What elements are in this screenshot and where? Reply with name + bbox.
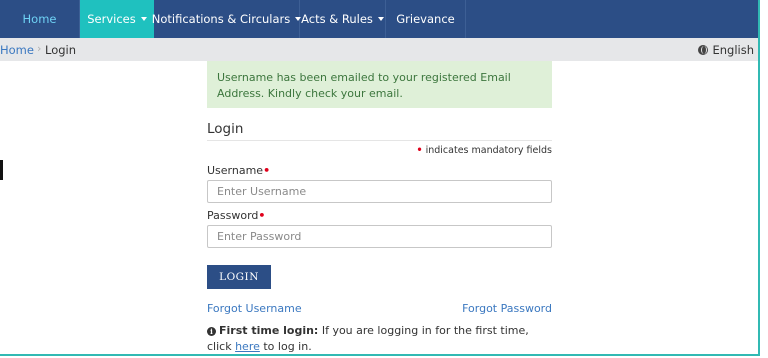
nav-services-label: Services xyxy=(87,12,136,26)
first-time-bold: First time login: xyxy=(219,324,319,337)
breadcrumb-current: Login xyxy=(45,43,77,57)
mandatory-note: • indicates mandatory fields xyxy=(416,145,552,156)
globe-icon xyxy=(698,45,709,55)
nav-grievance-label: Grievance xyxy=(396,12,455,26)
password-input[interactable] xyxy=(207,225,552,248)
forgot-password-link[interactable]: Forgot Password xyxy=(462,302,552,315)
password-label-text: Password xyxy=(207,209,259,222)
breadcrumb: Home › Login English xyxy=(0,38,758,61)
page-title: Login xyxy=(207,121,244,137)
edge-marker xyxy=(0,160,3,180)
info-icon: i xyxy=(207,327,216,336)
first-time-text-after: to log in. xyxy=(259,340,312,353)
chevron-down-icon xyxy=(377,17,384,21)
breadcrumb-home-link[interactable]: Home xyxy=(0,43,34,57)
username-label: Username• xyxy=(207,164,270,177)
top-navbar: Home Services Notifications & Circulars … xyxy=(0,0,758,38)
login-button[interactable]: LOGIN xyxy=(207,265,271,289)
language-selector[interactable]: English xyxy=(698,43,754,57)
nav-acts-rules[interactable]: Acts & Rules xyxy=(300,0,386,38)
password-label: Password• xyxy=(207,209,265,222)
success-alert: Username has been emailed to your regist… xyxy=(207,61,552,108)
alert-message: Username has been emailed to your regist… xyxy=(217,71,511,100)
nav-grievance[interactable]: Grievance xyxy=(386,0,466,38)
heading-divider xyxy=(207,140,552,141)
breadcrumb-separator: › xyxy=(37,42,42,55)
nav-acts-rules-label: Acts & Rules xyxy=(301,12,373,26)
required-icon: • xyxy=(258,209,266,222)
username-input[interactable] xyxy=(207,180,552,203)
forgot-username-link[interactable]: Forgot Username xyxy=(207,302,302,315)
nav-home-label: Home xyxy=(22,12,57,26)
nav-notifications-label: Notifications & Circulars xyxy=(151,12,291,26)
username-label-text: Username xyxy=(207,164,264,177)
required-icon: • xyxy=(263,164,271,177)
nav-notifications[interactable]: Notifications & Circulars xyxy=(151,0,302,38)
first-time-here-link[interactable]: here xyxy=(235,340,260,353)
first-time-login-note: i First time login: If you are logging in… xyxy=(207,323,552,355)
language-label: English xyxy=(712,43,754,57)
mandatory-note-text: indicates mandatory fields xyxy=(425,145,552,156)
nav-services[interactable]: Services xyxy=(80,0,154,38)
chevron-down-icon xyxy=(140,17,147,21)
nav-home[interactable]: Home xyxy=(0,0,80,38)
required-icon: • xyxy=(416,145,423,156)
